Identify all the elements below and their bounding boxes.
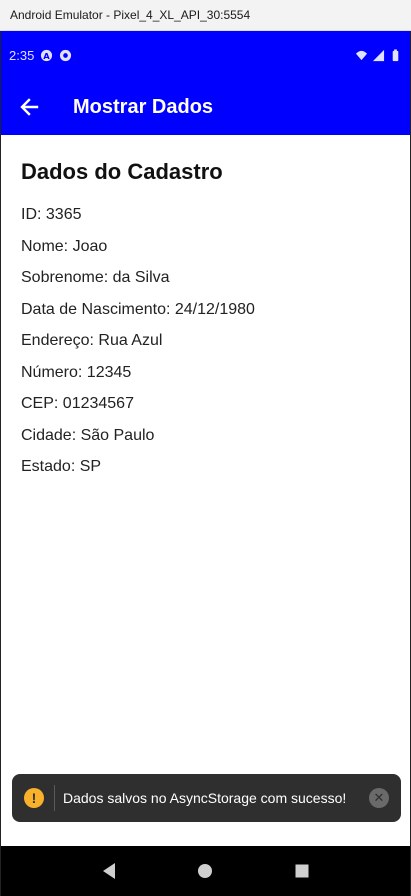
nav-home-button[interactable] — [185, 851, 225, 891]
triangle-back-icon — [103, 863, 116, 879]
svg-text:A: A — [44, 50, 51, 60]
warning-icon: ! — [24, 788, 44, 808]
toast-notification[interactable]: ! Dados salvos no AsyncStorage com suces… — [12, 774, 401, 822]
field-id: ID: 3365 — [21, 206, 82, 223]
signal-icon — [372, 49, 385, 61]
back-button[interactable] — [1, 79, 57, 135]
section-heading: Dados do Cadastro — [21, 159, 223, 184]
main-content: Dados do Cadastro ID: 3365 Nome: Joao So… — [21, 135, 390, 483]
battery-icon — [392, 48, 399, 61]
field-numero: Número: 12345 — [21, 363, 132, 381]
status-bar: 2:35 A — [1, 31, 410, 79]
field-data-nascimento: Data de Nascimento: 24/12/1980 — [21, 300, 255, 318]
nav-recents-button[interactable] — [282, 851, 322, 891]
nav-back-button[interactable] — [89, 851, 129, 891]
arrow-back-icon — [20, 98, 39, 116]
field-sobrenome: Sobrenome: da Silva — [21, 269, 170, 286]
toast-message: Dados salvos no AsyncStorage com sucesso… — [63, 790, 347, 806]
page-title: Mostrar Dados — [73, 95, 214, 118]
field-cep: CEP: 01234567 — [21, 395, 134, 412]
circle-home-icon — [198, 864, 213, 878]
device-screen: 2:35 A Mostrar Dados Dados do Cadastro I… — [0, 31, 411, 896]
status-time: 2:35 — [9, 47, 35, 63]
app-bar: Mostrar Dados — [1, 79, 410, 135]
notification-settings-icon — [60, 49, 72, 61]
emulator-window-titlebar: Android Emulator - Pixel_4_XL_API_30:555… — [0, 0, 411, 31]
field-cidade: Cidade: São Paulo — [21, 426, 155, 444]
close-icon[interactable]: ✕ — [369, 788, 389, 808]
notification-a-icon: A — [41, 49, 53, 61]
window-title: Android Emulator - Pixel_4_XL_API_30:555… — [10, 8, 251, 22]
field-endereco: Endereço: Rua Azul — [21, 332, 163, 349]
field-nome: Nome: Joao — [21, 237, 108, 255]
wifi-icon — [355, 50, 368, 60]
field-estado: Estado: SP — [21, 458, 102, 475]
navigation-bar — [1, 846, 410, 896]
toast-divider — [54, 785, 55, 811]
square-recents-icon — [295, 864, 309, 878]
